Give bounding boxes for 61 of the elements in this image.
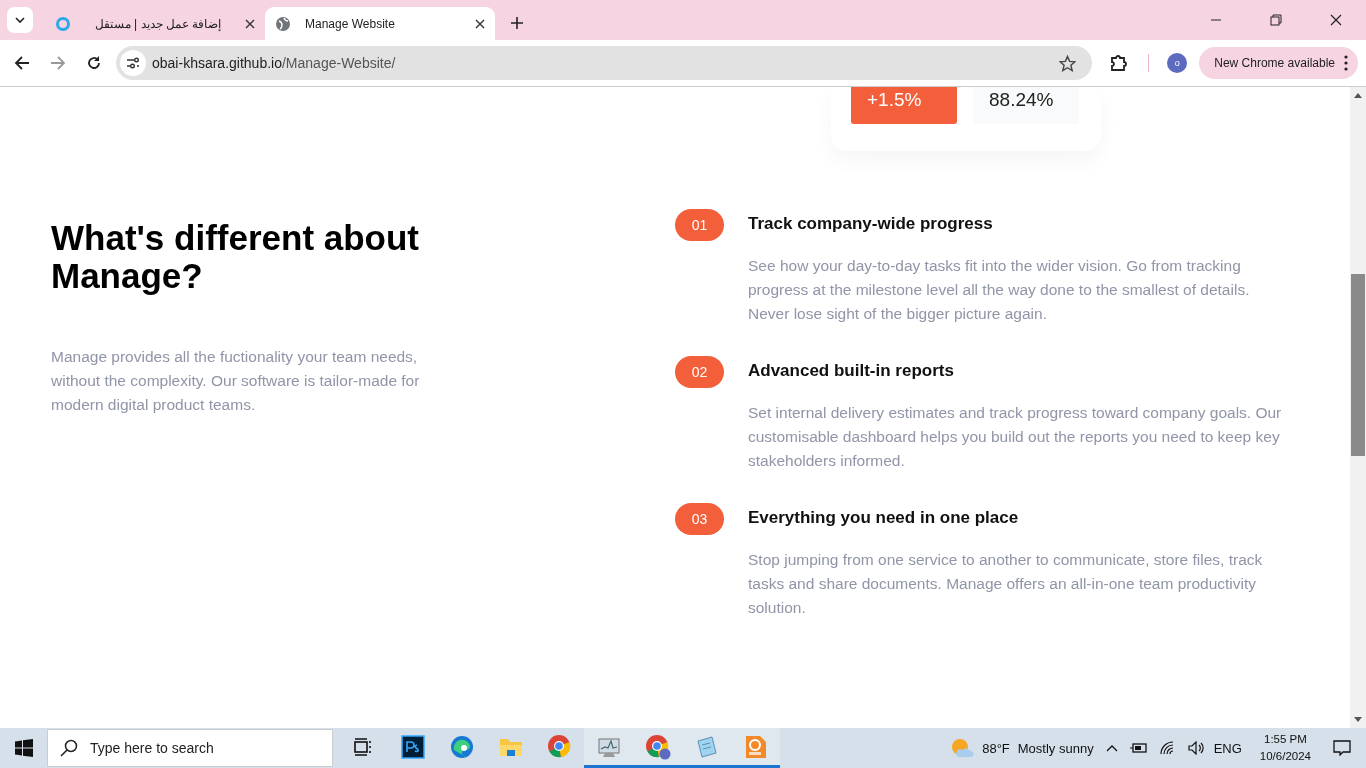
chevron-up-icon[interactable] [1105,744,1118,752]
restore-icon[interactable] [1270,14,1282,26]
feature-title: Track company-wide progress [748,214,994,234]
chrome-icon [546,733,573,760]
feature-text: Stop jumping from one service to another to communicate, store files, track tasks and share documents. Manage offers an all-in-one team productivity solution. [748,550,1264,618]
browser-tab[interactable]: إضافة عمل جديد | مستقل [45,7,265,40]
language-indicator[interactable]: ENG [1213,740,1242,756]
profile-avatar[interactable]: o [1167,53,1188,73]
number-badge: 03 [675,503,724,535]
tab-title: إضافة عمل جديد | مستقل [93,16,223,31]
temperature-text: 88°F [982,740,1010,756]
puzzle-icon[interactable] [1110,54,1129,72]
scrollbar[interactable] [1350,87,1366,728]
taskbar-search-field[interactable]: Type here to search [47,729,333,767]
chrome-icon [644,733,671,760]
close-icon[interactable] [475,18,485,29]
number-badge: 01 [675,209,724,241]
reload-icon[interactable] [86,55,102,71]
feature-title: Everything you need in one place [748,508,1020,528]
scroll-down-icon[interactable] [1354,717,1362,723]
app-square-icon [400,734,425,759]
url-text: obai-khsara.github.io/Manage-Website/ [152,55,396,71]
change-badge: +1.5% [851,87,957,124]
speaker-icon[interactable] [1187,741,1206,755]
close-icon[interactable] [1330,14,1342,26]
globe-icon [275,15,291,32]
clock-date[interactable]: 10/6/2024 [1259,748,1311,765]
task-view-icon [353,737,374,756]
clock-time[interactable]: 1:55 PM [1264,731,1307,748]
scroll-up-icon[interactable] [1354,92,1362,98]
weather-text: Mostly sunny [1017,740,1094,756]
search-icon [60,739,78,757]
site-settings-icon[interactable] [120,50,146,76]
new-tab-icon[interactable] [511,17,523,29]
section-heading: What's different about Manage? [51,219,421,295]
notepad-icon [694,734,719,759]
chevron-down-icon [14,14,26,26]
pdf-app-icon [744,734,767,759]
number-badge: 02 [675,356,724,388]
monitor-icon [596,735,621,758]
feature-text: Set internal delivery estimates and track progress toward company goals. Our customisable dashboard helps you build out the reports you need to keep key stakeholders informed. [748,403,1283,471]
feature-text: See how your day-to-day tasks fit into the wider vision. Go from tracking progress at the milestone level all the way done to the smallest of details. Never lose sight of the bigger picture again. [748,256,1251,324]
feature-title: Advanced built-in reports [748,361,955,381]
tab-title: Manage Website [304,16,396,31]
intro-text: Manage provides all the fuctionality your team needs, without the complexity. Our software is tailor-made for modern digital product teams. [51,347,421,415]
more-icon[interactable] [1344,55,1348,71]
close-icon[interactable] [245,18,255,29]
star-icon[interactable] [1059,54,1077,72]
windows-start-icon[interactable] [15,739,33,757]
update-button[interactable]: New Chrome available [1199,47,1358,79]
wifi-icon[interactable] [1159,741,1176,755]
notification-icon[interactable] [1333,740,1351,756]
scrollbar-thumb[interactable] [1351,274,1365,456]
browser-tab[interactable]: Manage Website [265,7,495,40]
forward-icon[interactable] [50,55,66,71]
tab-search-button[interactable] [7,7,33,33]
stat-value: 88.24% [973,87,1079,124]
battery-icon[interactable] [1129,742,1148,754]
ring-icon [55,15,71,32]
address-bar[interactable]: obai-khsara.github.io/Manage-Website/ [116,46,1093,80]
back-icon[interactable] [14,55,30,71]
